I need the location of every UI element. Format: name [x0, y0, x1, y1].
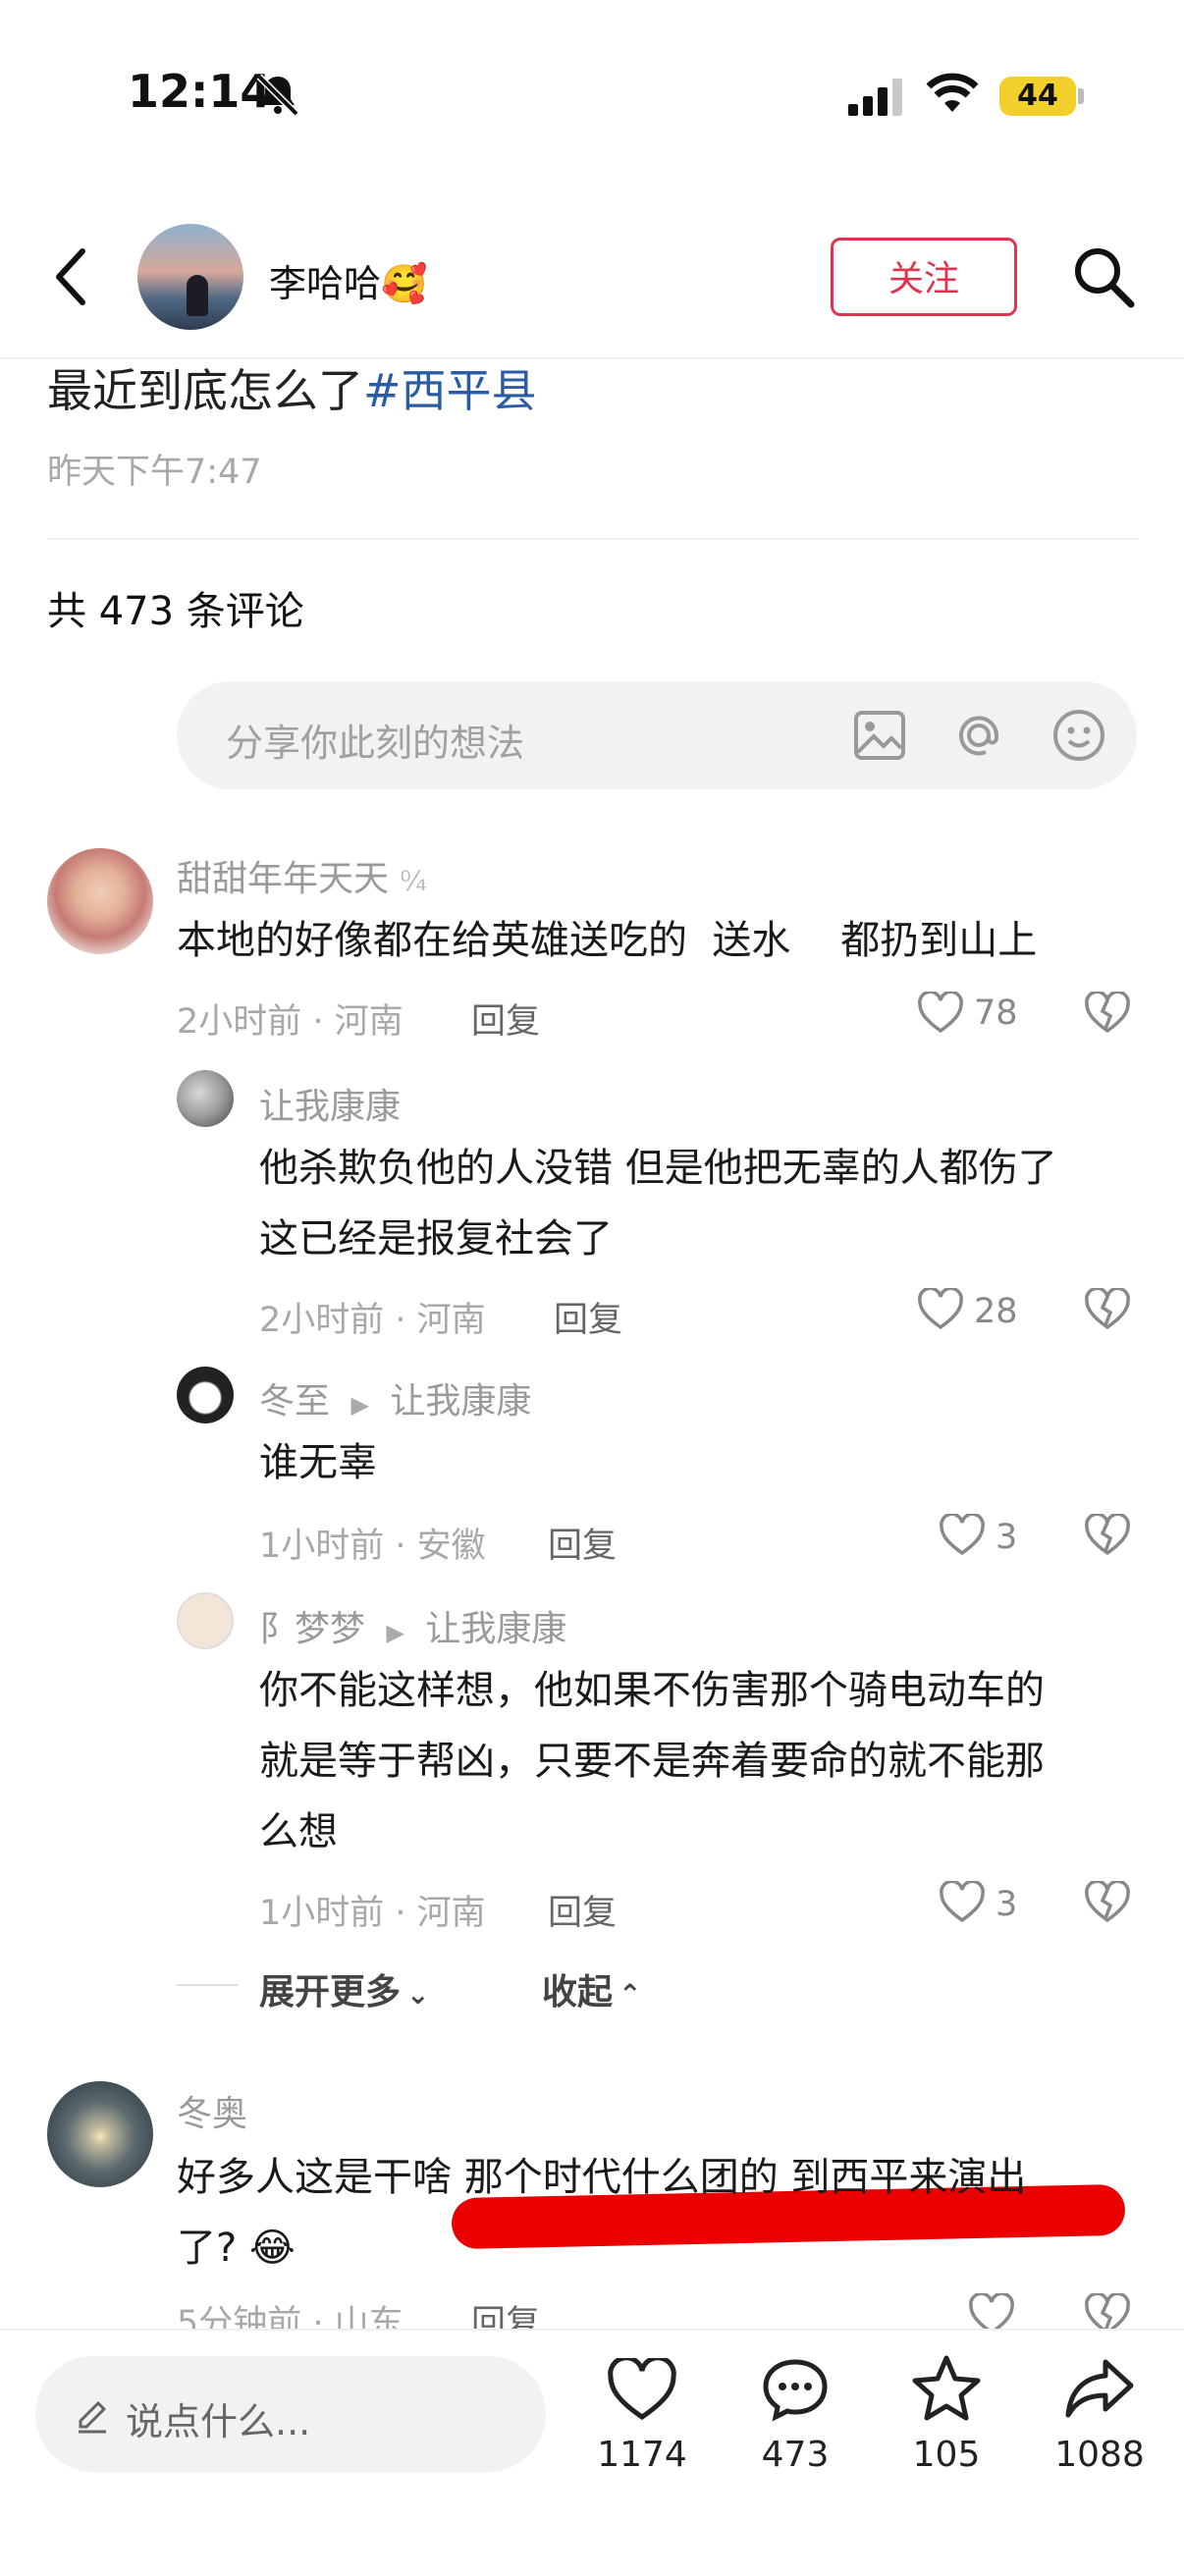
post-time: 昨天下午7:47 [47, 453, 262, 492]
mention-icon[interactable] [950, 707, 1007, 764]
like-count: 3 [996, 1885, 1018, 1924]
reply-arrow-icon: ▶ [386, 1619, 404, 1646]
comment-author[interactable]: 冬至 ▶ 让我康康 [259, 1372, 531, 1423]
reply-button[interactable]: 回复 [554, 1292, 622, 1342]
comment-total: 473 [761, 2435, 830, 2475]
say-something-placeholder: 说点什么... [126, 2400, 311, 2443]
broken-heart-icon[interactable] [1084, 1881, 1131, 1924]
like-total: 1174 [597, 2435, 687, 2475]
comment-avatar[interactable] [47, 848, 153, 954]
post-divider [47, 538, 1139, 540]
heart-icon[interactable] [917, 1288, 964, 1331]
comment-text: 了? 😂 [177, 2226, 296, 2271]
user-badge-icon: ⁰⁄₄ [400, 865, 427, 897]
heart-icon[interactable] [939, 1514, 986, 1557]
comment-text: 好多人这是干啥 那个时代什么团的 到西平来演出 [177, 2155, 1027, 2200]
comment-meta: 1小时前 · 安徽 [259, 1527, 486, 1566]
collapse-button[interactable]: 收起 ⌃ [542, 1963, 641, 2014]
comment-text: 这已经是报复社会了 [259, 1216, 613, 1261]
like-count: 78 [974, 993, 1018, 1033]
reply-to-name[interactable]: 让我康康 [390, 1381, 531, 1422]
like-count: 3 [996, 1518, 1018, 1557]
favorite-total: 105 [912, 2435, 981, 2475]
comment-count: 共 473 条评论 [47, 589, 304, 634]
star-icon[interactable] [911, 2354, 982, 2423]
share-icon[interactable] [1062, 2356, 1137, 2421]
comment-meta: 2小时前 · 河南 [177, 1002, 404, 1042]
battery-cap [1078, 88, 1084, 104]
reply-button[interactable]: 回复 [471, 993, 540, 1044]
comment-author[interactable]: 让我康康 [259, 1078, 401, 1129]
share-total: 1088 [1054, 2435, 1145, 2475]
author-name[interactable]: 李哈哈🥰 [269, 253, 427, 307]
post-text: 最近到底怎么了#西平县 [47, 355, 537, 420]
reply-to-name[interactable]: 让我康康 [425, 1609, 566, 1649]
broken-heart-icon[interactable] [1084, 1514, 1131, 1557]
broken-heart-icon[interactable] [1084, 1288, 1131, 1331]
wifi-icon [926, 73, 979, 112]
comment-avatar[interactable] [177, 1070, 234, 1127]
search-icon[interactable] [1070, 243, 1139, 312]
status-time: 12:14 [128, 65, 272, 118]
comment-text: 本地的好像都在给英雄送吃的 送水 都扔到山上 [177, 918, 1038, 963]
reply-arrow-icon: ▶ [350, 1391, 369, 1419]
comment-bubble-icon[interactable] [760, 2356, 831, 2423]
battery-indicator: 44 [999, 77, 1076, 116]
expand-more-button[interactable]: 展开更多 ⌄ [259, 1963, 429, 2014]
author-avatar[interactable] [137, 224, 243, 330]
signal-icon [848, 79, 902, 116]
comment-text: 他杀欺负他的人没错 但是他把无辜的人都伤了 [259, 1146, 1057, 1191]
follow-button[interactable]: 关注 [831, 238, 1017, 316]
reply-button[interactable]: 回复 [548, 1885, 617, 1935]
heart-icon[interactable] [917, 992, 964, 1035]
emoji-icon[interactable] [1050, 707, 1107, 764]
comment-text: 就是等于帮凶，只要不是奔着要命的就不能那 [259, 1739, 1045, 1784]
comment-text: 么想 [259, 1809, 338, 1854]
broken-heart-icon[interactable] [1084, 992, 1131, 1035]
comment-avatar[interactable] [47, 2081, 153, 2187]
comment-text: 谁无辜 [259, 1440, 377, 1485]
like-heart-icon[interactable] [607, 2358, 677, 2423]
comment-author[interactable]: 冬奥 [177, 2085, 247, 2136]
comment-avatar[interactable] [177, 1592, 234, 1649]
comment-author[interactable]: 甜甜年年天天 ⁰⁄₄ [177, 850, 427, 901]
post-body: 最近到底怎么了 [47, 364, 363, 417]
silent-bell-icon [256, 74, 299, 117]
back-chevron-icon[interactable] [51, 245, 90, 308]
chevron-down-icon: ⌄ [406, 1978, 430, 2011]
reply-button[interactable]: 回复 [548, 1518, 617, 1568]
comment-input-placeholder: 分享你此刻的想法 [226, 722, 525, 765]
comment-author[interactable]: 阝梦梦 ▶ 让我康康 [259, 1600, 566, 1651]
pencil-icon [79, 2400, 107, 2434]
thread-line [177, 1984, 238, 1986]
heart-icon[interactable] [939, 1881, 986, 1924]
image-icon[interactable] [852, 709, 907, 762]
like-count: 28 [974, 1292, 1018, 1331]
chevron-up-icon: ⌃ [619, 1978, 642, 2011]
comment-meta: 2小时前 · 河南 [259, 1301, 486, 1340]
post-hashtag[interactable]: #西平县 [363, 364, 537, 417]
comment-avatar[interactable] [177, 1367, 234, 1423]
comment-meta: 1小时前 · 河南 [259, 1894, 486, 1933]
comment-text: 你不能这样想，他如果不伤害那个骑电动车的 [259, 1668, 1045, 1713]
